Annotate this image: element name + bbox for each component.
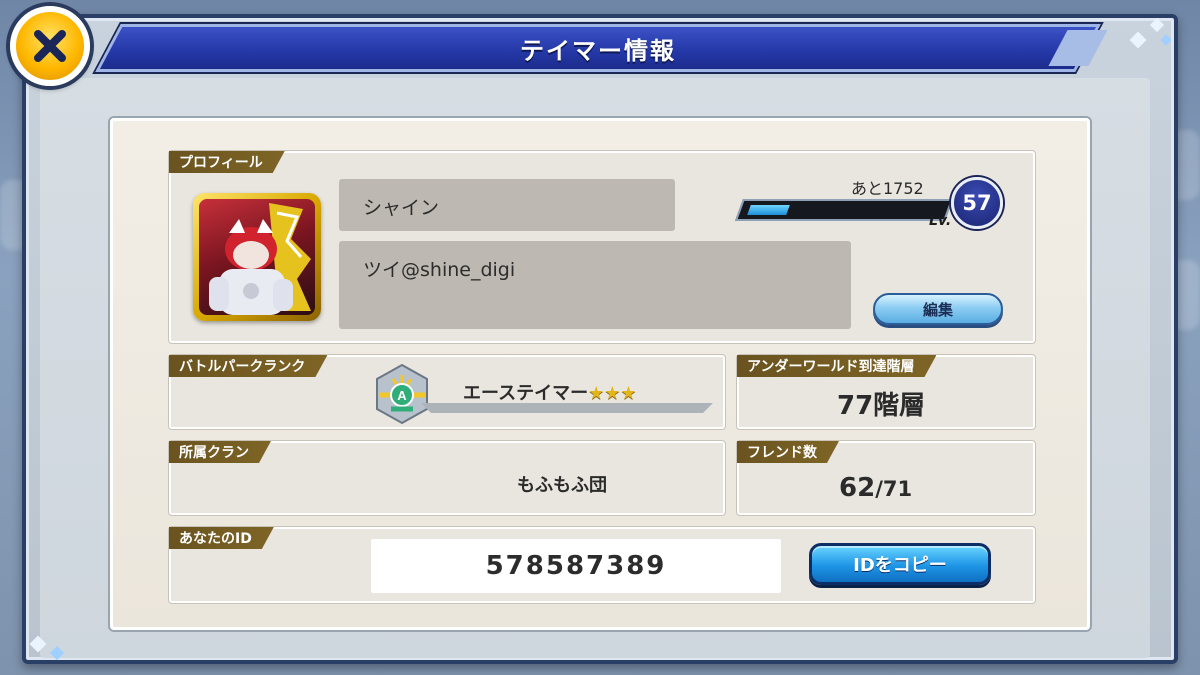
underworld-section: アンダーワールド到達階層 77階層 [737, 355, 1035, 429]
close-x-icon [34, 30, 66, 62]
id-label: あなたのID [169, 527, 274, 549]
avatar-image [199, 199, 315, 315]
exp-bar [734, 199, 954, 221]
underworld-label: アンダーワールド到達階層 [737, 355, 936, 377]
level-label: Lv. [929, 213, 952, 229]
profile-section: プロフィール シャイン ツイ@shine_digi あと1752 57 Lv. … [169, 151, 1035, 343]
rank-name-text: エーステイマー [463, 383, 589, 404]
friends-label: フレンド数 [737, 441, 839, 463]
underworld-floor-value: 77階層 [837, 391, 926, 421]
digimon-portrait-icon [209, 203, 311, 315]
friends-section: フレンド数 62/71 [737, 441, 1035, 515]
sparkle-deco-icon [29, 635, 65, 661]
tamer-id-value: 578587389 [371, 539, 781, 593]
battle-park-rank-label: バトルパークランク [169, 355, 327, 377]
tamer-comment-field: ツイ@shine_digi [339, 241, 851, 329]
rank-stars: ★★★ [588, 383, 637, 404]
friends-count: 62/71 [839, 473, 912, 503]
modal-title: テイマー情報 [520, 36, 676, 65]
avatar[interactable] [193, 193, 321, 321]
friends-current: 62 [839, 473, 876, 503]
content-panel: プロフィール シャイン ツイ@shine_digi あと1752 57 Lv. … [110, 118, 1090, 630]
id-section: あなたのID 578587389 IDをコピー [169, 527, 1035, 603]
copy-id-button[interactable]: IDをコピー [809, 543, 991, 585]
remaining-exp-text: あと1752 [851, 179, 924, 198]
sparkle-deco-icon [1129, 17, 1172, 49]
rank-name: エーステイマー★★★ [463, 379, 637, 405]
close-button[interactable] [10, 6, 90, 86]
clan-name: もふもふ団 [517, 475, 607, 496]
edit-profile-button[interactable]: 編集 [873, 293, 1003, 325]
profile-section-label: プロフィール [169, 151, 285, 173]
svg-text:A: A [397, 388, 407, 403]
level-badge: 57 [951, 177, 1003, 229]
exp-bar-fill [747, 205, 790, 215]
clan-label: 所属クラン [169, 441, 271, 463]
tamer-name-field: シャイン [339, 179, 675, 231]
clan-section: 所属クラン もふもふ団 [169, 441, 725, 515]
battle-park-rank-section: バトルパークランク A エーステイマー★★★ [169, 355, 725, 429]
friends-max: /71 [875, 477, 913, 501]
